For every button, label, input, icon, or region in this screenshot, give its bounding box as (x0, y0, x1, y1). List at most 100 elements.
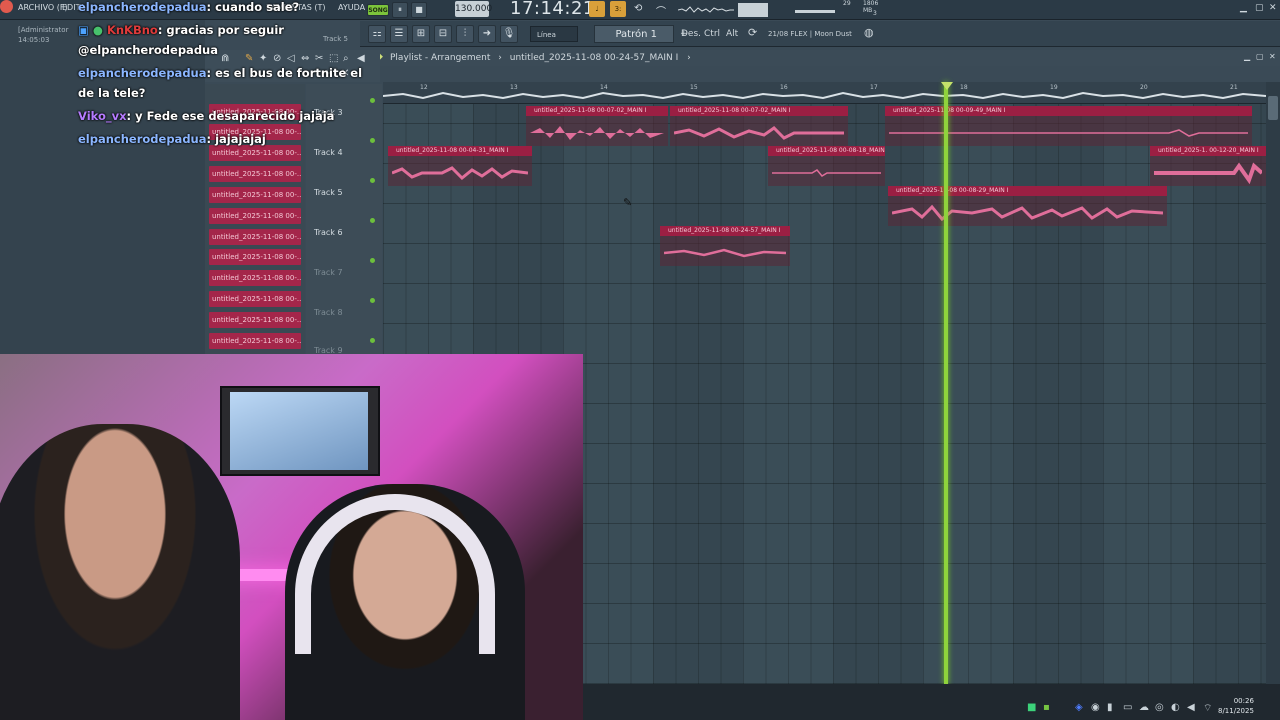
playlist-maximize-icon[interactable]: ▢ (1256, 52, 1264, 61)
chat-message: elpancherodepadua: cuando sale? (78, 0, 299, 14)
ctrl-button[interactable]: Ctrl (704, 29, 720, 39)
clip-waveform (530, 126, 664, 140)
mouse-cursor-icon: ✎ (623, 196, 633, 209)
track-enable-dot[interactable] (370, 338, 375, 343)
app-icon[interactable]: ■ (1027, 702, 1036, 713)
arrow-icon[interactable]: ➜ (478, 25, 496, 43)
browser-item[interactable]: untitled_2025-11-08 00-... (209, 229, 301, 245)
chat-message: de la tele? (78, 86, 145, 100)
piano-roll-icon[interactable]: ⊞ (412, 25, 430, 43)
channel-rack-icon[interactable]: ⊟ (434, 25, 452, 43)
audio-clip[interactable]: untitled_2025-11-08 00-07-02_MAIN I (670, 106, 848, 146)
cpu-bar (795, 10, 835, 13)
clip-title: untitled_2025-11-08 00-08-18_MAIN I (768, 146, 885, 156)
chat-username: elpancherodepadua (78, 132, 207, 146)
menu-archivo[interactable]: ARCHIVO (F) (18, 3, 68, 12)
play-button[interactable]: ⏸ (392, 2, 408, 18)
track-enable-dot[interactable] (370, 298, 375, 303)
audio-clip[interactable]: untitled_2025-1. 00-12-20_MAIN I (1150, 146, 1266, 186)
track-label[interactable]: Track 5 (314, 188, 343, 197)
des-label[interactable]: Des. (681, 29, 701, 39)
browser-item[interactable]: untitled_2025-11-08 00-... (209, 333, 301, 349)
person-left (0, 424, 240, 720)
chat-message: elpancherodepadua: jajajajaj (78, 132, 266, 146)
step-edit-icon[interactable]: ⌒ (656, 3, 666, 18)
browser-item[interactable]: untitled_2025-11-08 00-... (209, 208, 301, 224)
browser-item[interactable]: untitled_2025-11-08 00-... (209, 187, 301, 203)
close-icon[interactable]: ✕ (1269, 3, 1277, 13)
steam-icon[interactable]: ◎ (1155, 702, 1164, 713)
wifi-icon[interactable]: ⌔ (1203, 702, 1212, 715)
track-label[interactable]: Track 6 (314, 228, 343, 237)
mic-icon[interactable]: ▮ (1107, 702, 1113, 713)
audio-clip[interactable]: untitled_2025-11-08 00-04-31_MAIN I (388, 146, 532, 186)
clip-waveform (664, 248, 786, 258)
tempo-display[interactable]: 130.000 (455, 1, 492, 17)
system-clock[interactable]: 00:26 8/11/2025 (1218, 696, 1254, 716)
chat-text: : cuando sale? (206, 0, 300, 14)
countdown-button[interactable]: 3: (610, 1, 626, 17)
tv-screen (230, 392, 368, 470)
arrangement-name[interactable]: untitled_2025-11-08 00-24-57_MAIN I (510, 53, 679, 63)
playlist-close-icon[interactable]: ✕ (1269, 52, 1276, 61)
monitor-icon[interactable]: ▭ (1123, 702, 1132, 713)
clip-title: untitled_2025-11-08 00-09-49_MAIN I (885, 106, 1252, 116)
master-volume-meter[interactable] (738, 3, 768, 17)
clip-waveform (392, 166, 528, 181)
timeline-ruler[interactable]: 12 13 14 15 16 17 18 19 20 21 (383, 82, 1266, 104)
browser-item[interactable]: untitled_2025-11-08 00-... (209, 291, 301, 307)
globe-icon[interactable]: ◍ (864, 26, 874, 39)
maximize-icon[interactable]: ▢ (1255, 3, 1264, 13)
playhead[interactable] (944, 82, 948, 684)
microphone-icon[interactable]: 🎙 (500, 25, 518, 43)
audio-clip[interactable]: untitled_2025-11-08 00-07-02_MAIN I (526, 106, 668, 146)
pattern-selector[interactable]: Patrón 1 (594, 25, 674, 43)
clip-waveform (674, 126, 844, 140)
plugin-info: 21/08 FLEX | Moon Dust (768, 30, 852, 38)
audio-clip[interactable]: untitled_2025-11-08 00-24-57_MAIN I (660, 226, 790, 266)
cpu-memory-panel: 1806 MB 29 3 (795, 0, 885, 20)
volume-icon[interactable]: ◀ (1187, 702, 1195, 713)
oscilloscope-display (678, 6, 734, 13)
minimize-icon[interactable]: ▁ (1240, 3, 1247, 13)
loop-record-icon[interactable]: ⟲ (634, 3, 642, 14)
chat-text: : gracias por seguir (157, 23, 284, 37)
audio-clip[interactable]: untitled_2025-11-08 00-08-29_MAIN I (888, 186, 1167, 226)
vertical-scrollbar[interactable] (1266, 82, 1280, 684)
browser-item[interactable]: untitled_2025-11-08 00-... (209, 312, 301, 328)
track-label[interactable]: Track 7 (314, 268, 343, 277)
cloud-icon[interactable]: ☁ (1139, 702, 1149, 713)
chat-text: de la tele? (78, 86, 146, 100)
playhead-marker-icon[interactable] (941, 82, 953, 90)
audio-clip[interactable]: untitled_2025-11-08 00-09-49_MAIN I (885, 106, 1252, 146)
chevron-right-icon: › (687, 53, 691, 63)
mixer-icon[interactable]: ⫶ (456, 25, 474, 43)
controller-icon[interactable]: ◉ (1091, 702, 1100, 713)
snap-select[interactable]: Línea (530, 26, 578, 42)
discord-icon[interactable]: ◈ (1075, 702, 1083, 713)
scrollbar-thumb[interactable] (1268, 96, 1278, 120)
play-icon: ⏸ (398, 5, 402, 14)
alt-button[interactable]: Alt (726, 29, 738, 39)
record-button[interactable] (0, 0, 13, 13)
browser-item[interactable]: untitled_2025-11-08 00-... (209, 270, 301, 286)
audio-clip[interactable]: untitled_2025-11-08 00-08-18_MAIN I (768, 146, 885, 186)
track-enable-dot[interactable] (370, 258, 375, 263)
playlist-icon[interactable]: ☰ (390, 25, 408, 43)
browser-item[interactable]: untitled_2025-11-08 00-... (209, 166, 301, 182)
undo-history-icon[interactable]: ⟳ (748, 26, 757, 39)
clip-waveform (892, 204, 1163, 222)
track-enable-dot[interactable] (370, 178, 375, 183)
playlist-header: Playlist - Arrangement › untitled_2025-1… (372, 50, 1280, 66)
browser-item[interactable]: untitled_2025-11-08 00-... (209, 249, 301, 265)
windows-taskbar: ■ ▪ ◈ ◉ ▮ ▭ ☁ ◎ ◐ ◀ ⌔ (583, 684, 1280, 720)
network-icon[interactable]: ◐ (1171, 702, 1180, 713)
track-label[interactable]: Track 8 (314, 308, 343, 317)
app-icon[interactable]: ▪ (1043, 702, 1050, 713)
stop-button[interactable]: ■ (411, 2, 427, 18)
track-enable-dot[interactable] (370, 218, 375, 223)
playlist-minimize-icon[interactable]: ▁ (1244, 52, 1250, 61)
metronome-button[interactable]: ♩ (589, 1, 605, 17)
clip-title: untitled_2025-11-08 00-24-57_MAIN I (660, 226, 790, 236)
badge-icon: ▣ (78, 23, 89, 37)
